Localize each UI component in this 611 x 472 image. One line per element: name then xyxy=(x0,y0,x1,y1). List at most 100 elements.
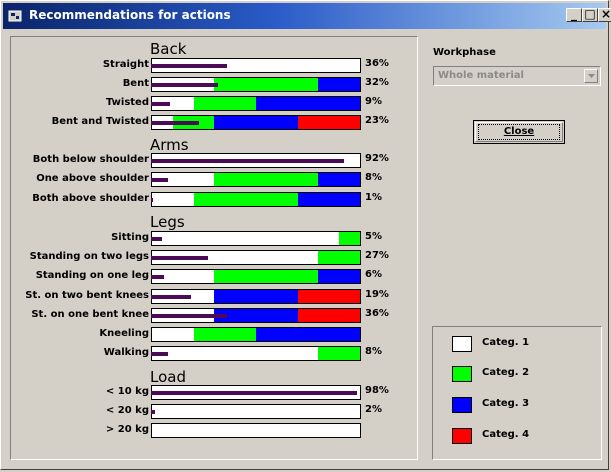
percent-label: 8% xyxy=(365,346,382,357)
minimize-button[interactable]: _ xyxy=(566,7,582,22)
category-segment-3 xyxy=(256,116,277,129)
category-segment-3 xyxy=(214,290,235,303)
dropdown-arrow-button[interactable] xyxy=(584,69,598,83)
maximize-icon: □ xyxy=(584,7,596,21)
workphase-label: Workphase xyxy=(433,47,496,58)
category-segment-1 xyxy=(194,270,214,283)
percent-label: 1% xyxy=(365,192,382,203)
row-label: < 10 kg xyxy=(105,386,149,397)
minimize-icon: _ xyxy=(571,7,577,21)
category-segment-4 xyxy=(318,290,339,303)
percent-label: 32% xyxy=(365,77,389,88)
category-segment-1 xyxy=(256,405,277,418)
frequency-bar xyxy=(151,256,208,260)
row-label: Kneeling xyxy=(99,328,149,339)
category-segment-1 xyxy=(277,405,298,418)
category-bar xyxy=(151,346,361,361)
category-segment-1 xyxy=(318,405,339,418)
category-segment-1 xyxy=(318,424,339,437)
category-segment-1 xyxy=(339,59,360,72)
category-segment-1 xyxy=(298,59,318,72)
category-segment-1 xyxy=(235,251,256,264)
category-segment-1 xyxy=(256,347,277,360)
group-title-back: Back xyxy=(150,40,187,58)
legend-label: Categ. 1 xyxy=(482,337,530,348)
category-segment-2 xyxy=(214,328,235,341)
close-button[interactable]: Close xyxy=(473,120,565,144)
category-segment-1 xyxy=(235,59,256,72)
category-segment-3 xyxy=(256,328,277,341)
category-bar xyxy=(151,231,361,246)
row-label: < 20 kg xyxy=(105,405,149,416)
percent-label: 8% xyxy=(365,172,382,183)
category-segment-3 xyxy=(318,193,339,206)
frequency-bar xyxy=(151,352,168,356)
category-segment-1 xyxy=(173,328,194,341)
category-segment-4 xyxy=(298,290,318,303)
category-segment-3 xyxy=(235,116,256,129)
category-segment-1 xyxy=(298,347,318,360)
category-segment-3 xyxy=(235,290,256,303)
category-segment-2 xyxy=(256,173,277,186)
percent-label: 5% xyxy=(365,231,382,242)
frequency-bar xyxy=(151,178,168,182)
category-segment-3 xyxy=(277,328,298,341)
category-segment-3 xyxy=(339,173,360,186)
category-segment-3 xyxy=(339,270,360,283)
row-label: Sitting xyxy=(111,232,149,243)
category-segment-3 xyxy=(256,309,277,322)
row-label: Both below shoulder xyxy=(32,154,149,165)
category-segment-2 xyxy=(235,328,256,341)
maximize-button[interactable]: □ xyxy=(582,7,598,22)
category-segment-1 xyxy=(152,405,173,418)
category-segment-3 xyxy=(318,173,339,186)
category-segment-2 xyxy=(277,173,298,186)
frequency-bar xyxy=(151,121,199,125)
frequency-bar xyxy=(151,410,155,414)
category-segment-4 xyxy=(339,116,360,129)
group-title-arms: Arms xyxy=(150,136,189,154)
row-label: Bent xyxy=(122,78,149,89)
category-segment-2 xyxy=(277,193,298,206)
category-segment-4 xyxy=(339,290,360,303)
row-label: Standing on one leg xyxy=(35,270,149,281)
row-label: > 20 kg xyxy=(105,424,149,435)
category-segment-1 xyxy=(235,232,256,245)
category-segment-3 xyxy=(298,193,318,206)
category-bar xyxy=(151,96,361,111)
percent-label: 92% xyxy=(365,153,389,164)
group-title-legs: Legs xyxy=(150,213,185,231)
category-bar xyxy=(151,404,361,419)
category-segment-2 xyxy=(298,78,318,91)
category-segment-2 xyxy=(298,270,318,283)
category-segment-1 xyxy=(277,232,298,245)
frequency-bar xyxy=(151,314,227,318)
close-window-button[interactable]: × xyxy=(598,7,611,22)
category-segment-1 xyxy=(256,424,277,437)
category-segment-3 xyxy=(318,270,339,283)
category-segment-1 xyxy=(173,424,194,437)
window-title: Recommendations for actions xyxy=(29,8,231,22)
category-segment-2 xyxy=(194,193,214,206)
title-bar[interactable]: Recommendations for actions _ □ × xyxy=(3,3,611,29)
chevron-down-icon xyxy=(588,74,595,78)
category-segment-1 xyxy=(194,405,214,418)
category-segment-2 xyxy=(318,347,339,360)
category-segment-1 xyxy=(298,232,318,245)
percent-label: 98% xyxy=(365,385,389,396)
frequency-bar xyxy=(151,83,218,87)
category-segment-3 xyxy=(339,97,360,110)
category-segment-1 xyxy=(194,347,214,360)
group-title-load: Load xyxy=(150,368,186,386)
category-segment-1 xyxy=(194,424,214,437)
category-segment-1 xyxy=(256,232,277,245)
close-icon: × xyxy=(600,7,611,21)
percent-label: 6% xyxy=(365,269,382,280)
legend-label: Categ. 3 xyxy=(482,398,530,409)
category-bar xyxy=(151,269,361,284)
category-segment-4 xyxy=(318,309,339,322)
workphase-select[interactable]: Whole material xyxy=(433,66,601,86)
category-segment-3 xyxy=(339,193,360,206)
category-segment-4 xyxy=(298,116,318,129)
category-segment-3 xyxy=(318,97,339,110)
